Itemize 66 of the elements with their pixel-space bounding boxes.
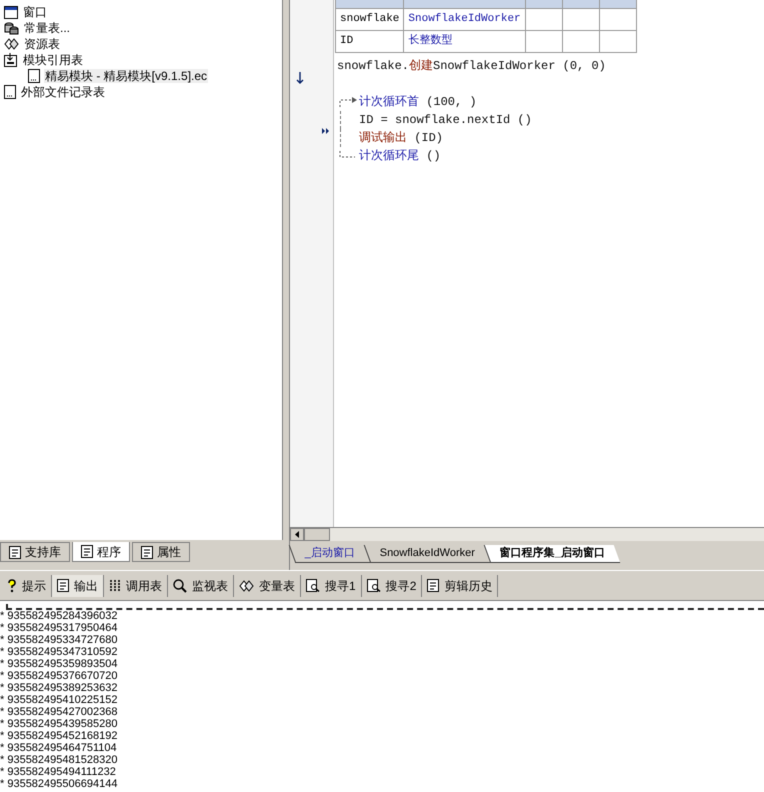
- panel-tab[interactable]: 程序: [72, 542, 130, 562]
- output-line: * 935582495481528320: [0, 754, 118, 766]
- dots-grid-icon: [109, 579, 121, 592]
- tree-item[interactable]: 模块引用表: [22, 53, 84, 67]
- document-icon: [81, 545, 93, 558]
- output-tab[interactable]: 搜寻1: [301, 574, 362, 596]
- output-tab[interactable]: 监视表: [168, 574, 234, 596]
- output-line: * 935582495284396032: [0, 610, 118, 622]
- tree-item[interactable]: 外部文件记录表: [20, 85, 106, 99]
- panel-tab[interactable]: 属性: [132, 542, 190, 562]
- output-line: * 935582495389253632: [0, 682, 118, 694]
- output-line: * 935582495452168192: [0, 730, 118, 742]
- output-line: * 935582495427002368: [0, 706, 118, 718]
- output-tab[interactable]: 变量表: [234, 574, 301, 596]
- output-line: * 935582495334727680: [0, 634, 118, 646]
- scrollbar-thumb[interactable]: [304, 528, 330, 541]
- question-icon: [7, 578, 17, 592]
- table-cell: snowflake: [336, 8, 404, 30]
- diamonds-icon: [239, 580, 254, 592]
- document-icon: [57, 579, 69, 592]
- left-triangle-icon: [295, 531, 299, 538]
- double-arrow-icon: [322, 128, 330, 134]
- window-icon: [4, 6, 18, 18]
- panel-tab[interactable]: 支持库: [0, 542, 70, 562]
- tree-item[interactable]: 资源表: [23, 37, 61, 51]
- output-line: * 935582495410225152: [0, 694, 118, 706]
- table-cell: ID: [336, 30, 404, 52]
- output-line: * 935582495494111232: [0, 766, 117, 778]
- document-icon: [141, 546, 153, 558]
- document-icon: [28, 69, 40, 83]
- module-icon: [4, 53, 18, 67]
- output-line: * 935582495376670720: [0, 670, 118, 682]
- tree-item[interactable]: 精易模块 - 精易模块[v9.1.5].ec: [44, 69, 208, 83]
- search-icon: [173, 578, 187, 592]
- down-arrow-icon: [296, 72, 304, 84]
- code-line: 计次循环尾 (): [359, 148, 441, 165]
- output-line: * 935582495347310592: [0, 646, 118, 658]
- output-line: * 935582495359893504: [0, 658, 118, 670]
- output-line: * 935582495317950464: [0, 622, 118, 634]
- editor-tab[interactable]: _启动窗口: [288, 545, 370, 563]
- tree-item[interactable]: 常量表...: [23, 21, 72, 35]
- code-line: snowflake.创建SnowflakeIdWorker (0, 0): [337, 58, 606, 75]
- find-document-icon: [306, 579, 320, 592]
- document-icon: [427, 579, 440, 592]
- output-line: * 935582495439585280: [0, 718, 118, 730]
- output-tab[interactable]: 搜寻2: [362, 574, 422, 596]
- code-line: 调试输出 (ID): [359, 130, 444, 147]
- editor-tab[interactable]: SnowflakeIdWorker: [364, 545, 491, 563]
- tree-item[interactable]: 窗口: [22, 5, 48, 19]
- output-tab[interactable]: 输出: [52, 574, 104, 596]
- code-line: ID = snowflake.nextId (): [359, 112, 532, 129]
- output-tab[interactable]: 剪辑历史: [422, 574, 498, 596]
- find-document-icon: [366, 579, 381, 592]
- output-line: * 935582495506694144: [0, 778, 118, 790]
- cylinders-icon: [4, 22, 19, 34]
- document-icon: [4, 85, 16, 99]
- table-cell: SnowflakeIdWorker: [404, 8, 526, 30]
- loop-start-connector: [337, 97, 359, 107]
- diamonds-icon: [4, 38, 19, 50]
- editor-tab[interactable]: 窗口程序集_启动窗口: [484, 545, 621, 563]
- scroll-left-button[interactable]: [290, 528, 304, 541]
- table-cell: 长整数型: [404, 30, 526, 52]
- output-line: * 935582495464751104: [0, 742, 118, 754]
- output-tab[interactable]: 调用表: [104, 574, 168, 596]
- code-line: 计次循环首 (100, ): [359, 94, 477, 111]
- document-icon: [9, 546, 21, 558]
